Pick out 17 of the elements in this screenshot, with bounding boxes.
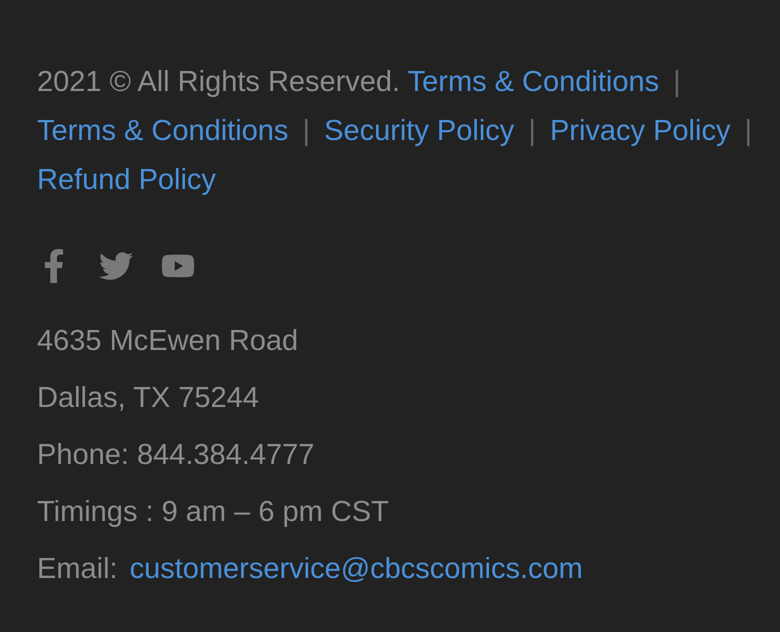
address-line: 4635 McEwen Road bbox=[37, 324, 298, 359]
address-line: Dallas, TX 75244 bbox=[37, 381, 259, 416]
separator: | bbox=[672, 66, 682, 98]
footer-link[interactable]: Security Policy bbox=[324, 115, 514, 147]
separator: | bbox=[744, 115, 754, 147]
separator: | bbox=[302, 115, 312, 147]
address-line: Phone: 844.384.4777 bbox=[37, 438, 314, 473]
copyright-text: 2021 © All Rights Reserved. bbox=[37, 66, 400, 98]
footer-link[interactable]: Terms & Conditions bbox=[408, 66, 660, 98]
twitter-icon[interactable] bbox=[99, 249, 133, 283]
address-line: Timings : 9 am – 6 pm CST bbox=[37, 495, 389, 530]
footer-link[interactable]: Privacy Policy bbox=[550, 115, 730, 147]
email-label: Email: bbox=[37, 552, 118, 587]
footer-link[interactable]: Refund Policy bbox=[37, 164, 216, 196]
email-link[interactable]: customerservice@cbcscomics.com bbox=[130, 551, 583, 588]
separator: | bbox=[527, 115, 537, 147]
footer-link[interactable]: Terms & Conditions bbox=[37, 115, 288, 147]
